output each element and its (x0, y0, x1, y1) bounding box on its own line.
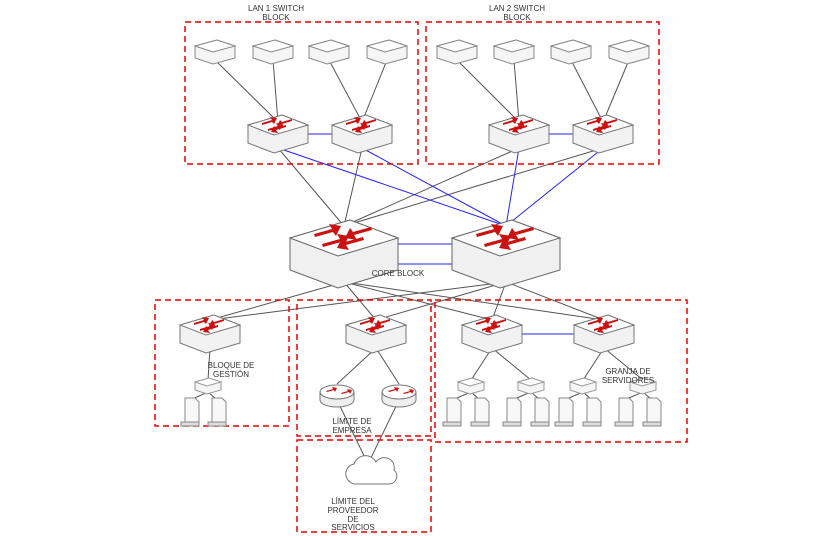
label-empresa: LÍMITE DE EMPRESA (332, 418, 371, 436)
granja-mini-switch-1 (518, 378, 544, 394)
label-lan1: LAN 1 SWITCH BLOCK (248, 5, 304, 23)
granja-server-2 (503, 398, 521, 426)
lan1-dist-switch-0 (248, 115, 308, 153)
label-core: CORE BLOCK (372, 270, 424, 279)
empresa-router-0 (320, 385, 354, 407)
granja-server-1 (471, 398, 489, 426)
granja-server-3 (531, 398, 549, 426)
lan2-dist-switch-0 (489, 115, 549, 153)
gestion-switch (180, 315, 240, 353)
lan2-access-switch-2 (551, 40, 591, 64)
empresa-switch (346, 315, 406, 353)
granja-server-6 (615, 398, 633, 426)
links-physical (190, 60, 652, 464)
gestion-server-1 (208, 398, 226, 426)
label-gestion: BLOQUE DE GESTIÓN (208, 362, 255, 380)
core-switch-right (452, 220, 560, 288)
granja-server-7 (643, 398, 661, 426)
empresa-router-1 (382, 385, 416, 407)
granja-server-5 (583, 398, 601, 426)
gestion-mini-switch (195, 378, 221, 394)
lan1-access-switch-3 (367, 40, 407, 64)
devices (180, 40, 661, 484)
granja-server-4 (555, 398, 573, 426)
granja-switch-0 (462, 315, 522, 353)
granja-server-0 (443, 398, 461, 426)
network-diagram (0, 0, 840, 536)
label-granja: GRANJA DE SERVIDORES (602, 368, 654, 386)
granja-switch-1 (574, 315, 634, 353)
lan2-access-switch-0 (437, 40, 477, 64)
granja-mini-switch-2 (570, 378, 596, 394)
lan1-access-switch-0 (195, 40, 235, 64)
label-lan2: LAN 2 SWITCH BLOCK (489, 5, 545, 23)
lan1-dist-switch-1 (332, 115, 392, 153)
lan2-access-switch-3 (609, 40, 649, 64)
granja-mini-switch-0 (458, 378, 484, 394)
label-proveedor: LÍMITE DEL PROVEEDOR DE SERVICIOS (327, 498, 378, 533)
lan2-dist-switch-1 (573, 115, 633, 153)
lan1-access-switch-2 (309, 40, 349, 64)
gestion-server-0 (181, 398, 199, 426)
lan1-access-switch-1 (253, 40, 293, 64)
lan2-access-switch-1 (494, 40, 534, 64)
provider-cloud (346, 456, 397, 484)
